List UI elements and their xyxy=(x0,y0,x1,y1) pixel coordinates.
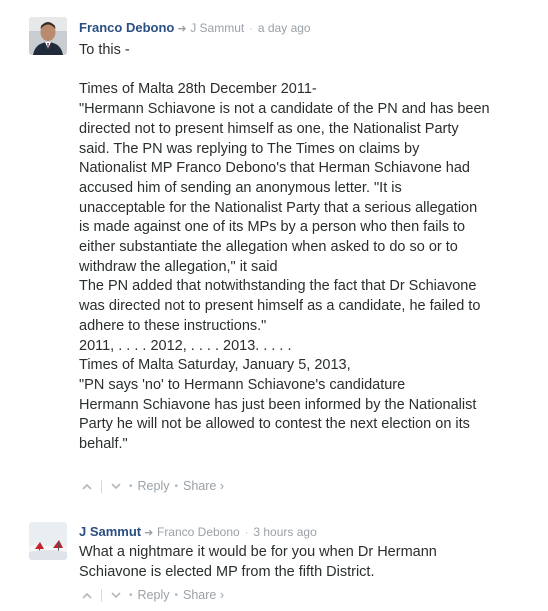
comment-line: either substantiate the allegation when … xyxy=(79,239,458,256)
separator: • xyxy=(174,589,178,601)
upvote-button[interactable] xyxy=(79,587,95,603)
author-name[interactable]: J Sammut xyxy=(79,524,141,539)
reply-arrow-icon: ➜ xyxy=(177,23,187,35)
timestamp[interactable]: 3 hours ago xyxy=(253,525,316,539)
chevron-down-icon xyxy=(111,591,121,598)
comment-line: is made against one of its MPs by a pers… xyxy=(79,219,466,236)
comment-header: J Sammut ➜ Franco Debono · 3 hours ago xyxy=(79,524,317,541)
share-button[interactable]: Share › xyxy=(183,479,224,493)
reply-arrow-icon: ➜ xyxy=(144,527,154,539)
comment-line: Times of Malta 28th December 2011- xyxy=(79,81,317,98)
comment-body: What a nightmare it would be for you whe… xyxy=(79,543,529,582)
timestamp[interactable]: a day ago xyxy=(258,21,311,35)
separator: • xyxy=(174,480,178,492)
author-name[interactable]: Franco Debono xyxy=(79,20,174,35)
chevron-up-icon xyxy=(82,483,92,490)
separator: · xyxy=(249,23,253,35)
comment-line: behalf." xyxy=(79,436,128,453)
separator: • xyxy=(129,589,133,601)
vote-divider xyxy=(101,588,102,602)
comment-line: Times of Malta Saturday, January 5, 2013… xyxy=(79,357,351,374)
comment-line: unacceptable for the Nationalist Party t… xyxy=(79,199,478,216)
reply-to-author[interactable]: J Sammut xyxy=(190,21,244,35)
share-button[interactable]: Share › xyxy=(183,588,224,602)
reply-to-author[interactable]: Franco Debono xyxy=(157,525,240,539)
chevron-down-icon xyxy=(111,482,121,489)
comment-line: "Hermann Schiavone is not a candidate of… xyxy=(79,101,490,118)
downvote-button[interactable] xyxy=(108,478,124,494)
comment-line: adhere to these instructions." xyxy=(79,317,267,334)
comment-line: was directed not to present himself as a… xyxy=(79,298,481,315)
comment-line: withdraw the allegation," it said xyxy=(79,258,278,275)
avatar[interactable] xyxy=(29,522,67,560)
reply-button[interactable]: Reply xyxy=(138,588,170,602)
comment-line: Hermann Schiavone has just been informed… xyxy=(79,396,477,413)
chevron-up-icon xyxy=(82,592,92,599)
comment-body: To this - Times of Malta 28th December 2… xyxy=(79,41,529,455)
comment-line: 2011, . . . . 2012, . . . . 2013. . . . … xyxy=(79,337,292,354)
comment-line: Party he will not be allowed to contest … xyxy=(79,416,470,433)
comment-line: What a nightmare it would be for you whe… xyxy=(79,544,437,560)
downvote-button[interactable] xyxy=(108,587,124,603)
comment-actions: • Reply • Share › xyxy=(79,587,224,603)
comment-header: Franco Debono ➜ J Sammut · a day ago xyxy=(79,20,311,37)
comment-line: directed not to present himself as one, … xyxy=(79,120,459,137)
comment-line: said. The PN was replying to The Times o… xyxy=(79,140,420,157)
comment-line: accused him of sending an anonymous lett… xyxy=(79,179,402,196)
comment-line: Schiavone is elected MP from the fifth D… xyxy=(79,563,375,580)
vote-divider xyxy=(101,479,102,493)
avatar[interactable] xyxy=(29,17,67,55)
comment-actions: • Reply • Share › xyxy=(79,478,224,494)
comment-line: The PN added that notwithstanding the fa… xyxy=(79,278,477,295)
comment-line: Nationalist MP Franco Debono's that Herm… xyxy=(79,160,470,177)
comment-line: To this - xyxy=(79,42,130,58)
separator: • xyxy=(129,480,133,492)
comment-line xyxy=(79,61,529,81)
comment-line: "PN says 'no' to Hermann Schiavone's can… xyxy=(79,376,406,393)
separator: · xyxy=(244,527,249,539)
upvote-button[interactable] xyxy=(79,478,95,494)
reply-button[interactable]: Reply xyxy=(138,479,170,493)
